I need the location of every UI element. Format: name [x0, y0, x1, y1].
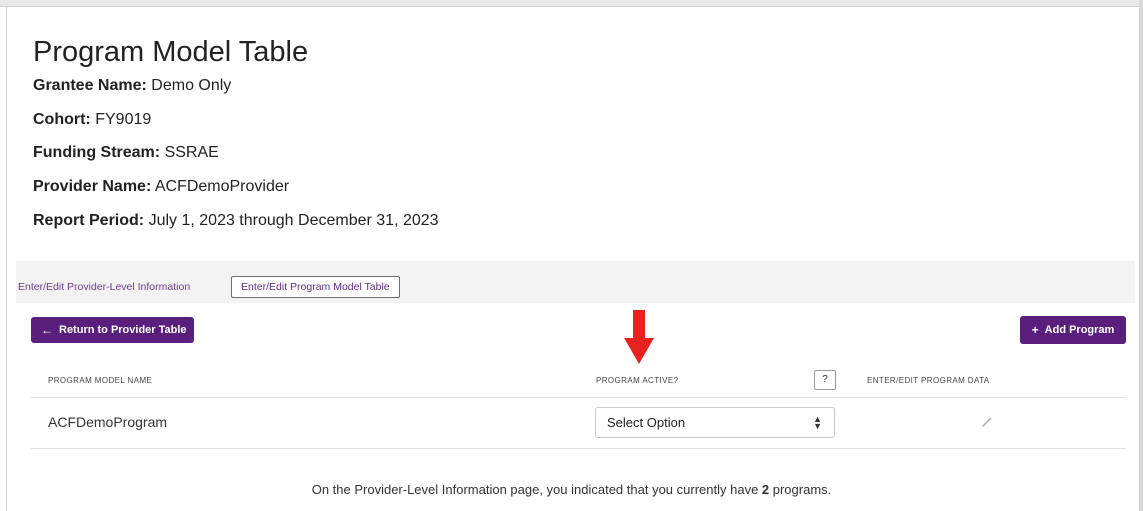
add-program-label: Add Program: [1044, 324, 1115, 336]
window-frame-right: [1139, 0, 1143, 511]
annotation-arrow-down-icon: [624, 310, 654, 364]
plus-icon: +: [1031, 323, 1039, 337]
funding-stream-value: SSRAE: [164, 144, 219, 161]
report-period-label: Report Period:: [33, 212, 145, 229]
window-frame-left: [6, 6, 7, 511]
report-period-value: July 1, 2023 through December 31, 2023: [148, 212, 439, 229]
provider-name-label: Provider Name:: [33, 178, 152, 195]
select-caret-icon: ▲ ▼: [813, 414, 822, 431]
program-active-select[interactable]: Select Option ▲ ▼: [595, 407, 835, 438]
arrow-left-icon: ←: [41, 323, 53, 337]
tab-provider-level-information[interactable]: Enter/Edit Provider-Level Information: [18, 281, 190, 293]
provider-name-value: ACFDemoProvider: [154, 178, 290, 195]
tab-program-model-table[interactable]: Enter/Edit Program Model Table: [231, 276, 400, 298]
cohort-line: Cohort: FY9019: [33, 111, 151, 129]
add-program-button[interactable]: + Add Program: [1020, 316, 1126, 344]
column-header-program-active: PROGRAM ACTIVE?: [596, 376, 679, 385]
column-header-program-model-name: PROGRAM MODEL NAME: [48, 376, 153, 385]
grantee-name-value: Demo Only: [151, 77, 232, 94]
program-model-name-cell: ACFDemoProgram: [48, 414, 168, 430]
note-suffix: programs.: [769, 482, 832, 497]
report-period-line: Report Period: July 1, 2023 through Dece…: [33, 212, 439, 230]
table-header-divider: [31, 397, 1126, 398]
help-button[interactable]: ?: [814, 370, 836, 390]
program-active-selected-value: Select Option: [607, 415, 686, 430]
grantee-name-line: Grantee Name: Demo Only: [33, 77, 231, 95]
program-count-note: On the Provider-Level Information page, …: [0, 482, 1143, 497]
return-to-provider-table-button[interactable]: ← Return to Provider Table: [31, 317, 194, 343]
window-frame-top: [0, 0, 1140, 7]
note-prefix: On the Provider-Level Information page, …: [311, 482, 762, 497]
pencil-edit-icon[interactable]: [980, 415, 994, 429]
return-button-label: Return to Provider Table: [59, 324, 187, 336]
grantee-name-label: Grantee Name:: [33, 77, 147, 94]
provider-name-line: Provider Name: ACFDemoProvider: [33, 178, 289, 196]
cohort-label: Cohort:: [33, 111, 91, 128]
table-row-divider: [31, 448, 1126, 449]
funding-stream-label: Funding Stream:: [33, 144, 161, 161]
cohort-value: FY9019: [95, 111, 152, 128]
funding-stream-line: Funding Stream: SSRAE: [33, 144, 219, 162]
page-title: Program Model Table: [33, 36, 309, 68]
column-header-enter-edit-program-data: ENTER/EDIT PROGRAM DATA: [867, 376, 990, 385]
